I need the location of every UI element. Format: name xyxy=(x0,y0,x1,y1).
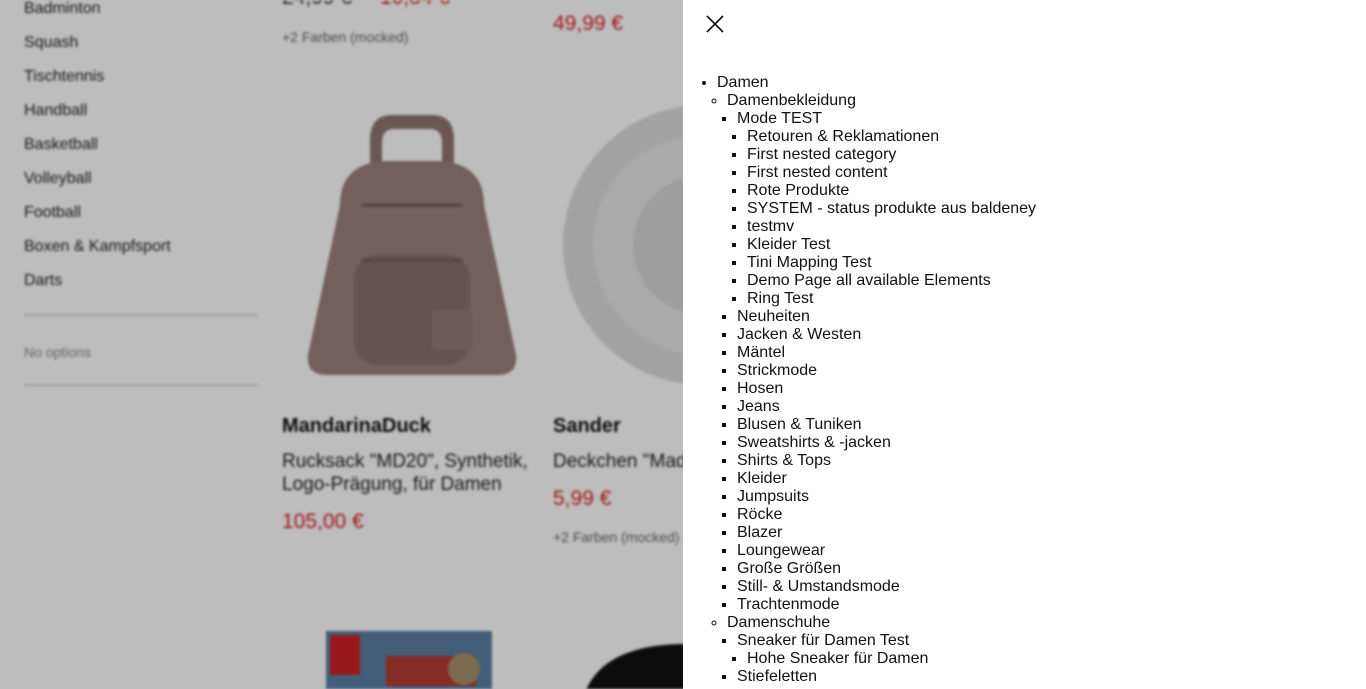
menu-link[interactable]: Rote Produkte xyxy=(747,182,849,199)
menu-item[interactable]: First nested content xyxy=(747,164,1036,182)
menu-item[interactable]: Jumpsuits xyxy=(737,488,1036,506)
menu-item[interactable]: First nested category xyxy=(747,146,1036,164)
modal-overlay[interactable] xyxy=(0,0,683,689)
menu-link[interactable]: Kleider xyxy=(737,470,787,487)
menu-item[interactable]: Stiefeletten xyxy=(737,668,1036,686)
menu-item[interactable]: Kleider Test xyxy=(747,236,1036,254)
menu-item[interactable]: Blusen & Tuniken xyxy=(737,416,1036,434)
menu-link[interactable]: First nested content xyxy=(747,164,888,181)
menu-link[interactable]: Große Größen xyxy=(737,560,841,577)
menu-link[interactable]: Mode TEST xyxy=(737,110,822,127)
menu-link[interactable]: Blazer xyxy=(737,524,782,541)
menu-link[interactable]: Retouren & Reklamationen xyxy=(747,128,939,145)
menu-item[interactable]: Demo Page all available Elements xyxy=(747,272,1036,290)
menu-link[interactable]: Loungewear xyxy=(737,542,825,559)
menu-group: Hohe Sneaker für Damen xyxy=(737,650,1036,668)
menu-link[interactable]: Trachtenmode xyxy=(737,596,840,613)
menu-link[interactable]: Strickmode xyxy=(737,362,817,379)
menu-item[interactable]: SYSTEM - status produkte aus baldeney xyxy=(747,200,1036,218)
menu-group: Mode TEST Retouren & Reklamationen First… xyxy=(727,110,1036,614)
close-button[interactable] xyxy=(703,12,727,36)
menu-item[interactable]: Shirts & Tops xyxy=(737,452,1036,470)
menu-item-damenschuhe[interactable]: Damenschuhe xyxy=(727,614,1036,632)
menu-item[interactable]: Sweatshirts & -jacken xyxy=(737,434,1036,452)
menu-link[interactable]: Sweatshirts & -jacken xyxy=(737,434,891,451)
menu-link[interactable]: Jacken & Westen xyxy=(737,326,861,343)
menu-item[interactable]: Retouren & Reklamationen xyxy=(747,128,1036,146)
menu-item[interactable]: Ring Test xyxy=(747,290,1036,308)
menu-link[interactable]: Jumpsuits xyxy=(737,488,809,505)
menu-item[interactable]: Still- & Umstandsmode xyxy=(737,578,1036,596)
menu-group: Sneaker für Damen Test Hohe Sneaker für … xyxy=(727,632,1036,686)
menu-item-damenbekleidung[interactable]: Damenbekleidung xyxy=(727,92,1036,110)
menu-link[interactable]: Shirts & Tops xyxy=(737,452,831,469)
menu-item[interactable]: Hosen xyxy=(737,380,1036,398)
menu-item[interactable]: Jacken & Westen xyxy=(737,326,1036,344)
menu-link[interactable]: Kleider Test xyxy=(747,236,830,253)
menu-item[interactable]: Große Größen xyxy=(737,560,1036,578)
menu-link[interactable]: Hosen xyxy=(737,380,783,397)
menu-link[interactable]: Damen xyxy=(717,74,769,91)
close-icon xyxy=(706,15,724,33)
menu-item[interactable]: Loungewear xyxy=(737,542,1036,560)
menu-link[interactable]: Neuheiten xyxy=(737,308,810,325)
menu-item[interactable]: Tini Mapping Test xyxy=(747,254,1036,272)
menu-item[interactable]: Kleider xyxy=(737,470,1036,488)
menu-item[interactable]: Strickmode xyxy=(737,362,1036,380)
menu-link[interactable]: Tini Mapping Test xyxy=(747,254,872,271)
menu-item[interactable]: Sneaker für Damen Test xyxy=(737,632,1036,650)
menu-item[interactable]: Jeans xyxy=(737,398,1036,416)
menu-link[interactable]: Damenbekleidung xyxy=(727,92,856,109)
menu-group: Retouren & Reklamationen First nested ca… xyxy=(737,128,1036,308)
menu-link[interactable]: SYSTEM - status produkte aus baldeney xyxy=(747,200,1036,217)
menu-item[interactable]: Röcke xyxy=(737,506,1036,524)
menu-item[interactable]: Blazer xyxy=(737,524,1036,542)
menu-item[interactable]: testmv xyxy=(747,218,1036,236)
menu-link[interactable]: Damenschuhe xyxy=(727,614,830,631)
menu-link[interactable]: Stiefeletten xyxy=(737,668,817,685)
menu-link[interactable]: Mäntel xyxy=(737,344,785,361)
menu-item-damen[interactable]: Damen xyxy=(717,74,1036,92)
menu-group: Damenbekleidung Mode TEST Retouren & Rek… xyxy=(717,92,1036,686)
menu-link[interactable]: Ring Test xyxy=(747,290,813,307)
menu-link[interactable]: First nested category xyxy=(747,146,896,163)
category-menu: Damen Damenbekleidung Mode TEST Retouren… xyxy=(683,74,1036,686)
menu-item[interactable]: Trachtenmode xyxy=(737,596,1036,614)
menu-item[interactable]: Neuheiten xyxy=(737,308,1036,326)
menu-link[interactable]: Blusen & Tuniken xyxy=(737,416,862,433)
menu-item[interactable]: Hohe Sneaker für Damen xyxy=(747,650,1036,668)
menu-link[interactable]: Jeans xyxy=(737,398,780,415)
navigation-drawer: Damen Damenbekleidung Mode TEST Retouren… xyxy=(683,0,1366,689)
menu-item[interactable]: Rote Produkte xyxy=(747,182,1036,200)
menu-link[interactable]: Sneaker für Damen Test xyxy=(737,632,909,649)
menu-link[interactable]: Still- & Umstandsmode xyxy=(737,578,900,595)
menu-item-mode-test[interactable]: Mode TEST xyxy=(737,110,1036,128)
menu-link[interactable]: Röcke xyxy=(737,506,782,523)
menu-link[interactable]: Demo Page all available Elements xyxy=(747,272,991,289)
menu-link[interactable]: Hohe Sneaker für Damen xyxy=(747,650,928,667)
menu-item[interactable]: Mäntel xyxy=(737,344,1036,362)
menu-link[interactable]: testmv xyxy=(747,218,794,235)
